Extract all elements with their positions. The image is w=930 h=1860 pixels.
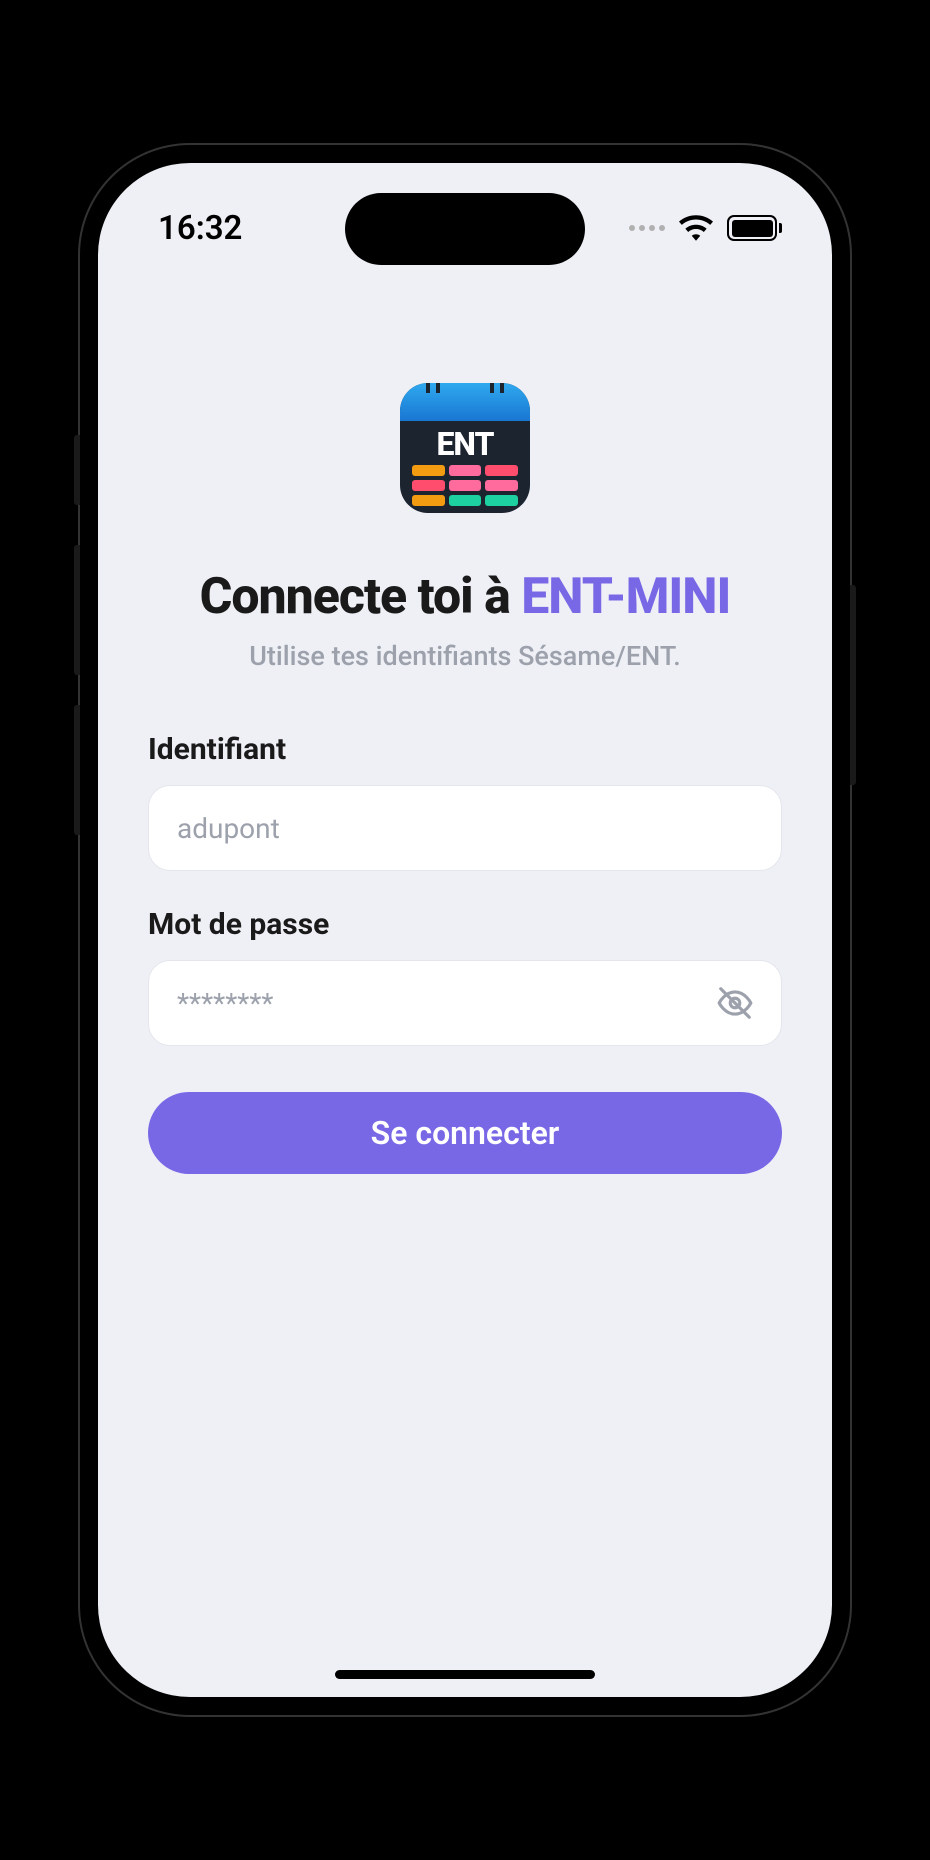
login-screen: ENT Connecte toi à ENT-MINI Utilise tes … [98,163,832,1174]
login-form: Identifiant Mot de passe [148,732,782,1174]
password-input[interactable] [148,960,782,1046]
wifi-icon [679,215,713,241]
volume-down-button [74,705,80,835]
heading-prefix: Connecte toi à [200,568,522,626]
app-logo-icon: ENT [400,383,530,513]
password-field-group: Mot de passe [148,907,782,1046]
power-button [850,585,856,785]
toggle-password-visibility-icon[interactable] [716,984,754,1022]
login-button[interactable]: Se connecter [148,1092,782,1174]
phone-frame: 16:32 [80,145,850,1715]
volume-up-button [74,545,80,675]
screen: 16:32 [98,163,832,1697]
heading-accent: ENT-MINI [521,568,730,626]
page-title: Connecte toi à ENT-MINI [148,568,782,626]
password-label: Mot de passe [148,907,782,942]
dynamic-island [345,193,585,265]
cellular-signal-icon [629,225,665,231]
username-input[interactable] [148,785,782,871]
page-subtitle: Utilise tes identifiants Sésame/ENT. [148,640,782,672]
username-label: Identifiant [148,732,782,767]
side-button [74,435,80,505]
home-indicator[interactable] [335,1670,595,1679]
status-icons [629,215,782,241]
username-field-group: Identifiant [148,732,782,871]
status-time: 16:32 [158,209,242,248]
battery-icon [727,215,782,241]
